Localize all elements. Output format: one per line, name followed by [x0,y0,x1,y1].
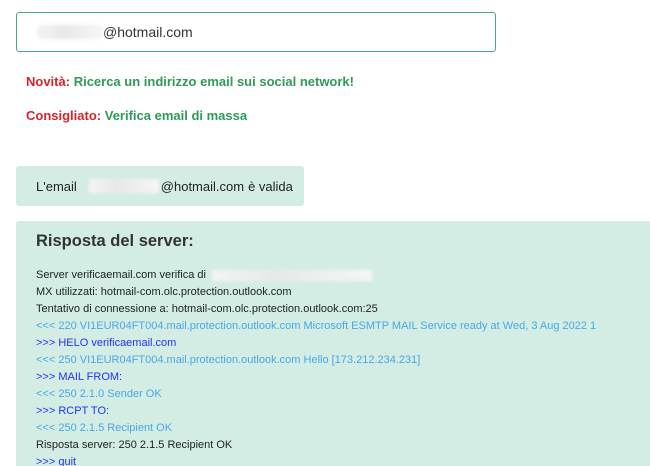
server-log-line: >>> MAIL FROM: [36,369,650,386]
server-log-line: Risposta server: 250 2.1.5 Recipient OK [36,437,650,454]
promo-news-link[interactable]: Ricerca un indirizzo email sui social ne… [74,74,354,89]
promo-recommended-label: Consigliato: [26,108,102,123]
promo-news-label: Novità: [26,74,71,89]
server-log-text: <<< 250 2.1.0 Sender OK [36,388,162,400]
server-log-text: <<< 250 2.1.5 Recipient OK [36,422,173,434]
server-log-line: <<< 220 VI1EUR04FT004.mail.protection.ou… [36,318,650,335]
server-log-line: >>> HELO verificaemail.com [36,335,650,352]
server-response-panel: Risposta del server: Server verificaemai… [16,221,650,466]
redacted-username [88,179,159,193]
server-log-line: Server verificaemail.com verifica di [36,267,650,284]
email-input-value: @hotmail.com [103,24,193,40]
server-log-line: >>> quit [36,454,650,466]
result-email-suffix: @hotmail.com [160,178,245,194]
server-log-line: <<< 250 VI1EUR04FT004.mail.protection.ou… [36,352,650,369]
promo-recommended-link[interactable]: Verifica email di massa [105,108,247,123]
server-log-text: >>> quit [36,456,77,466]
server-log-text: >>> HELO verificaemail.com [36,337,177,349]
server-log-text: Server verificaemail.com verifica di [36,269,206,281]
server-response-title: Risposta del server: [36,232,194,250]
redacted-email [211,269,372,281]
server-log-text: MX utilizzati: hotmail-com.olc.protectio… [36,286,292,298]
result-prefix: L'email [36,178,77,194]
server-log-line: >>> RCPT TO: [36,403,650,420]
server-log-text: <<< 250 VI1EUR04FT004.mail.protection.ou… [36,354,421,366]
email-input[interactable]: @hotmail.com [16,12,496,52]
validation-result: L'email @hotmail.com è valida [16,166,304,206]
server-log-text: Risposta server: 250 2.1.5 Recipient OK [36,439,233,451]
promo-recommended: Consigliato: Verifica email di massa [26,108,247,123]
server-log-text: Tentativo di connessione a: hotmail-com.… [36,303,378,315]
server-log-text: <<< 220 VI1EUR04FT004.mail.protection.ou… [36,320,597,332]
server-log-line: Tentativo di connessione a: hotmail-com.… [36,301,650,318]
redacted-username [37,25,103,39]
server-log: Server verificaemail.com verifica di MX u… [36,267,650,466]
result-suffix: è valida [248,178,293,194]
server-log-line: <<< 250 2.1.5 Recipient OK [36,420,650,437]
promo-news: Novità: Ricerca un indirizzo email sui s… [26,74,354,89]
server-log-text: >>> RCPT TO: [36,405,110,417]
email-verifier-page: @hotmail.com Novità: Ricerca un indirizz… [0,0,650,466]
server-log-text: >>> MAIL FROM: [36,371,123,383]
server-log-line: MX utilizzati: hotmail-com.olc.protectio… [36,284,650,301]
server-log-line: <<< 250 2.1.0 Sender OK [36,386,650,403]
